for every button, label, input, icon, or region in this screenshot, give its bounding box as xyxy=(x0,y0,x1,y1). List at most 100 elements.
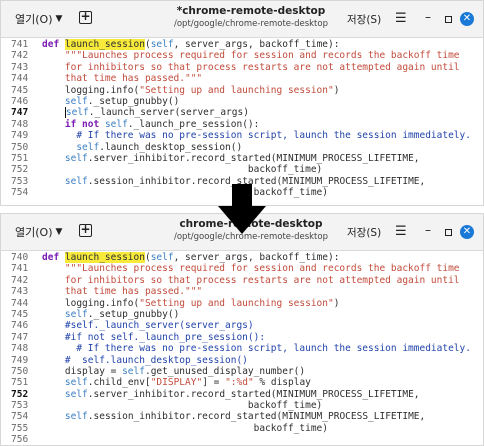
chevron-down-icon: ▼ xyxy=(55,227,63,237)
code-line[interactable]: 746 #self._launch_server(server_args) xyxy=(1,320,483,331)
code-text: logging.info("Setting up and launching s… xyxy=(42,297,340,309)
code-text: backoff_time) xyxy=(42,164,322,175)
code-token: .server_inhibitor.record_started(MINIMUM… xyxy=(87,388,420,400)
close-icon[interactable]: ✕ xyxy=(460,225,474,239)
code-token: launch_session xyxy=(64,252,145,263)
code-text: self._setup_gnubby() xyxy=(42,309,179,320)
code-line[interactable]: 752 backoff_time) xyxy=(1,164,483,175)
code-editor[interactable]: 741 def launch_session(self, server_args,… xyxy=(1,38,483,198)
code-token: ._setup_gnubby() xyxy=(87,308,180,320)
code-line[interactable]: 743 for inhibitors so that process resta… xyxy=(1,62,483,73)
code-line[interactable]: 750 display = self.get_unused_display_nu… xyxy=(1,366,483,377)
code-token: for inhibitors so that process restarts … xyxy=(42,61,460,73)
code-line[interactable]: 749 # If there was no pre-session script… xyxy=(1,130,483,141)
code-line[interactable]: 747 #if not self._launch_pre_session(): xyxy=(1,332,483,343)
code-line[interactable]: 752 self.server_inhibitor.record_started… xyxy=(1,389,483,400)
down-arrow-icon xyxy=(218,184,266,234)
line-number: 748 xyxy=(11,343,29,355)
code-line[interactable]: 746 self._setup_gnubby() xyxy=(1,96,483,107)
code-text: backoff_time) xyxy=(42,423,328,434)
code-token: self xyxy=(64,152,88,164)
chevron-down-icon: ▼ xyxy=(55,14,63,24)
line-number: 743 xyxy=(11,286,29,298)
code-text: self.child_env["DISPLAY"] = ":%d" % disp… xyxy=(42,377,311,388)
save-button[interactable]: 저장(S) xyxy=(347,12,381,27)
code-text: def launch_session(self, server_args, ba… xyxy=(42,252,339,263)
line-number: 750 xyxy=(11,365,29,377)
code-line[interactable]: 744 logging.info("Setting up and launchi… xyxy=(1,298,483,309)
code-text: # If there was no pre-session script, la… xyxy=(42,130,471,141)
code-line[interactable]: 747 self._launch_server(server_args) xyxy=(1,107,483,119)
code-text: for inhibitors so that process restarts … xyxy=(42,275,460,286)
code-line[interactable]: 742 """Launches process required for ses… xyxy=(1,50,483,61)
code-token: ":%d" xyxy=(225,377,254,389)
code-text: self._launch_server(server_args) xyxy=(42,107,249,119)
code-line[interactable]: 744 that time has passed.""" xyxy=(1,73,483,84)
code-line[interactable]: 748 # If there was no pre-session script… xyxy=(1,343,483,354)
maximize-icon[interactable] xyxy=(445,16,452,23)
code-line[interactable]: 741 """Launches process required for ses… xyxy=(1,263,483,274)
code-line[interactable]: 751 self.server_inhibitor.record_started… xyxy=(1,153,483,164)
code-line[interactable]: 753 backoff_time) xyxy=(1,400,483,411)
code-text: """Launches process required for session… xyxy=(42,263,460,274)
code-token: ) xyxy=(333,297,340,309)
code-token: .child_env[ xyxy=(87,377,151,389)
code-token: #if not self._launch_pre_session(): xyxy=(42,331,266,343)
code-editor[interactable]: 740 def launch_session(self, server_args,… xyxy=(1,251,483,445)
open-button[interactable]: 열기(O) ▼ xyxy=(15,224,62,240)
code-token: , server_args, backoff_time): xyxy=(173,252,340,263)
code-text: # self.launch_desktop_session() xyxy=(42,355,248,366)
code-line[interactable]: 740 def launch_session(self, server_args,… xyxy=(1,252,483,263)
new-tab-button[interactable]: + xyxy=(79,223,92,237)
line-number: 753 xyxy=(11,400,29,412)
code-token: def xyxy=(42,252,65,263)
hamburger-menu-icon[interactable]: ☰ xyxy=(395,225,407,238)
code-line[interactable]: 743 that time has passed.""" xyxy=(1,286,483,297)
code-line[interactable]: 749 # self.launch_desktop_session() xyxy=(1,355,483,366)
line-number: 747 xyxy=(11,331,29,343)
close-icon[interactable]: ✕ xyxy=(460,12,474,26)
line-number: 746 xyxy=(11,95,29,107)
line-number: 752 xyxy=(11,388,29,400)
maximize-icon[interactable] xyxy=(445,229,452,236)
code-token: % display xyxy=(253,377,311,389)
line-number: 748 xyxy=(11,118,29,130)
code-text: that time has passed.""" xyxy=(42,73,202,84)
code-line[interactable]: 750 self.launch_desktop_session() xyxy=(1,142,483,153)
code-line[interactable]: 755 backoff_time) xyxy=(1,423,483,434)
hamburger-menu-icon[interactable]: ☰ xyxy=(395,12,407,25)
code-line[interactable]: 745 logging.info("Setting up and launchi… xyxy=(1,85,483,96)
open-button[interactable]: 열기(O) ▼ xyxy=(15,11,62,27)
window-subtitle: /opt/google/chrome-remote-desktop xyxy=(173,19,328,29)
header-bar: 열기(O) ▼ + *chrome-remote-desktop /opt/go… xyxy=(1,1,483,38)
minimize-icon[interactable]: – xyxy=(425,223,431,237)
code-line[interactable]: 756 xyxy=(1,434,483,445)
new-tab-button[interactable]: + xyxy=(79,10,92,24)
code-text: backoff_time) xyxy=(42,187,328,198)
code-line[interactable]: 742 for inhibitors so that process resta… xyxy=(1,275,483,286)
code-line[interactable]: 741 def launch_session(self, server_args,… xyxy=(1,39,483,50)
open-label: 열기(O) xyxy=(15,226,53,239)
line-number: 754 xyxy=(11,187,29,199)
line-number: 749 xyxy=(11,354,29,366)
code-text: display = self.get_unused_display_number… xyxy=(42,366,305,377)
code-line[interactable]: 748 if not self._launch_pre_session(): xyxy=(1,119,483,130)
minimize-icon[interactable]: – xyxy=(425,10,431,24)
code-token: self xyxy=(104,118,128,130)
save-button[interactable]: 저장(S) xyxy=(347,225,381,240)
code-token: self xyxy=(64,388,88,400)
code-token: that time has passed.""" xyxy=(42,73,203,85)
code-token: def xyxy=(42,39,65,50)
code-line[interactable]: 745 self._setup_gnubby() xyxy=(1,309,483,320)
code-token: , server_args, backoff_time): xyxy=(173,39,340,50)
line-number: 747 xyxy=(11,107,29,119)
code-line[interactable]: 751 self.child_env["DISPLAY"] = ":%d" % … xyxy=(1,377,483,388)
code-token: self xyxy=(64,175,88,187)
code-line[interactable]: 754 self.session_inhibitor.record_starte… xyxy=(1,411,483,422)
code-token: backoff_time) xyxy=(42,422,328,434)
code-token: "Setting up and launching session" xyxy=(139,297,334,309)
